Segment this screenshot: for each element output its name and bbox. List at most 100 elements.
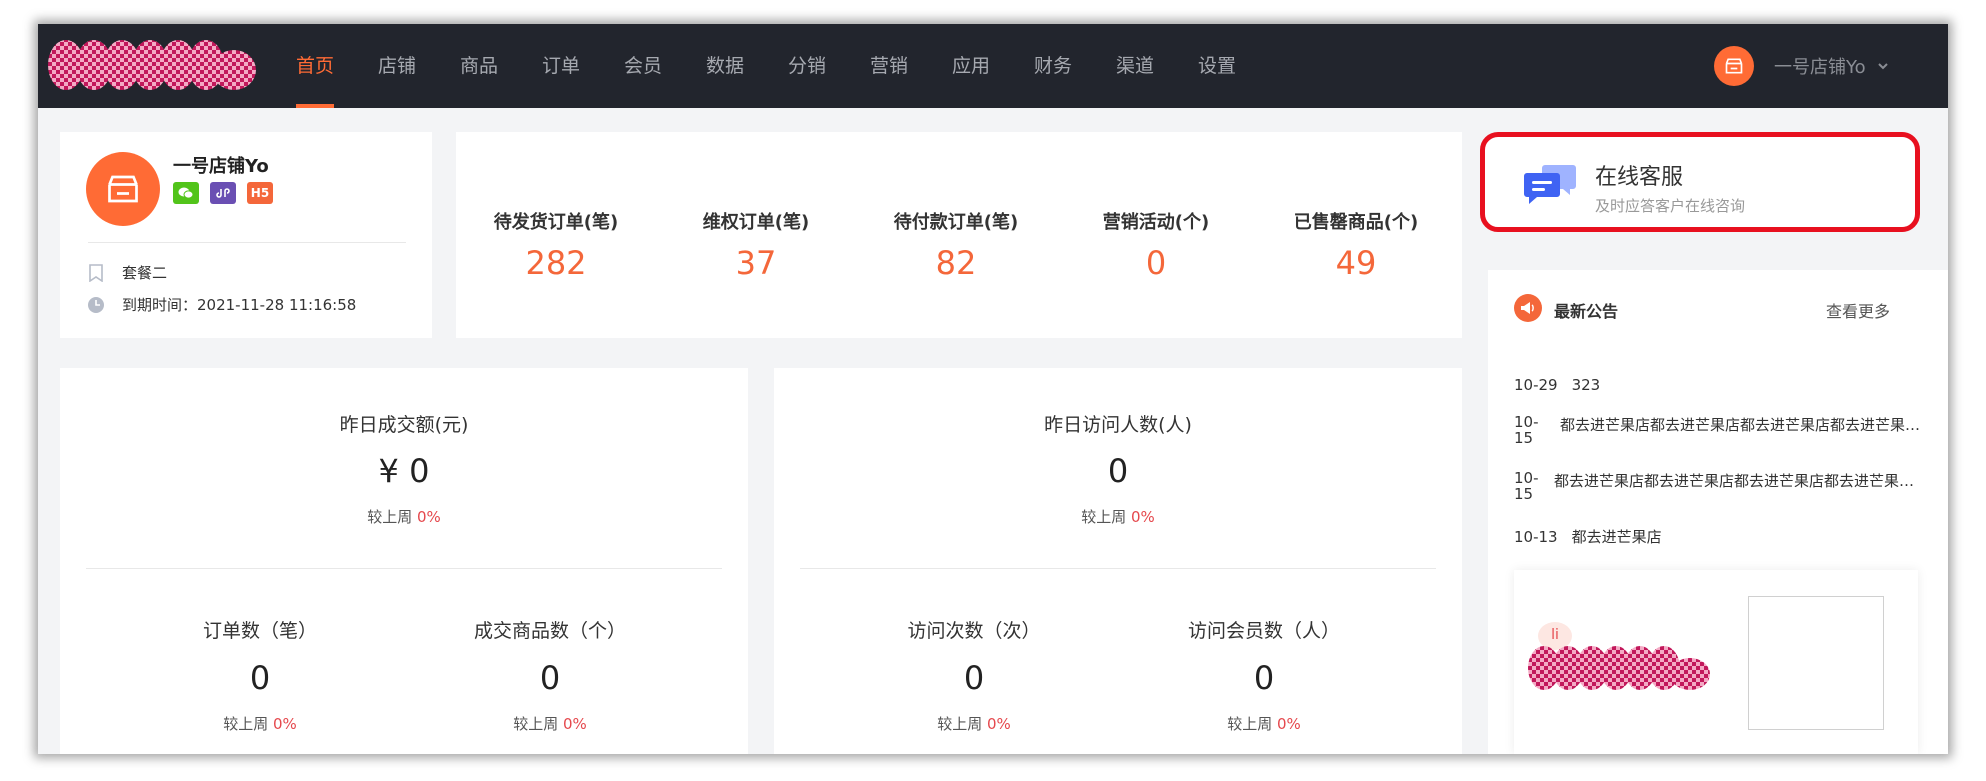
notice-item[interactable]: 10-15 都去进芒果店都去进芒果店都去进芒果店都去进芒果店都去进芒果店 [1514,414,1924,446]
shop-icon [108,175,138,203]
main-nav: 首页 店铺 商品 订单 会员 数据 分销 营销 应用 财务 渠道 设置 [274,24,1258,108]
compare-value: 0% [1131,508,1155,526]
sales-title: 昨日成交额(元) [339,414,469,436]
nav-item-orders[interactable]: 订单 [520,24,602,108]
order-count-metric: 订单数（笔） 0 较上周 0% [130,616,390,734]
nav-item-marketing[interactable]: 营销 [848,24,930,108]
store-avatar [1714,46,1754,86]
sales-metrics-card: 昨日成交额(元) ¥ 0 较上周 0% 订单数（笔） 0 较上周 0% 成交商品… [60,368,748,754]
promo-banner[interactable]: li [1514,570,1918,754]
h5-badge: H5 [247,182,273,204]
nav-item-home[interactable]: 首页 [274,24,356,108]
nav-item-channels[interactable]: 渠道 [1094,24,1176,108]
shop-plan-row: 套餐二 [86,262,167,283]
service-title: 在线客服 [1595,165,1684,190]
sub-metric-title: 访问会员数（人） [1187,620,1340,642]
notice-item[interactable]: 10-13 都去进芒果店 [1514,526,1924,547]
nav-item-store[interactable]: 店铺 [356,24,438,108]
stat-dispute-orders[interactable]: 维权订单(笔) 37 [656,208,856,282]
brand-logo[interactable] [48,38,258,92]
stat-value: 0 [1145,244,1167,282]
mini-program-icon [210,182,236,204]
notice-item[interactable]: 10-15 都去进芒果店都去进芒果店都去进芒果店都去进芒果店都去进芒果店 [1514,470,1924,502]
compare-label: 较上周 [1227,715,1273,733]
notice-text: 323 [1571,376,1601,394]
stat-label: 待发货订单(笔) [493,212,619,233]
stat-value: 82 [935,244,977,282]
sub-metric-value: 0 [1253,659,1275,697]
visiting-members-metric: 访问会员数（人） 0 较上周 0% [1134,616,1394,734]
notice-header: 最新公告 查看更多 [1488,270,1948,350]
shop-plan: 套餐二 [122,264,168,282]
promo-image [1528,646,1710,690]
sub-metric-value: 0 [249,659,271,697]
sub-metric-compare: 较上周 0% [130,713,390,734]
shop-icon [1725,58,1743,74]
sub-metric-compare: 较上周 0% [1134,713,1394,734]
store-switcher[interactable]: 一号店铺Yo [1714,46,1890,86]
wechat-icon [173,182,199,204]
divider [88,242,406,243]
divider [86,568,722,569]
stat-pending-shipment[interactable]: 待发货订单(笔) 282 [456,208,656,282]
service-subtitle: 及时应答客户在线咨询 [1595,197,1746,215]
store-switcher-name: 一号店铺Yo [1774,57,1866,78]
stat-value: 37 [735,244,777,282]
notice-title: 最新公告 [1554,302,1619,321]
stat-marketing-activities[interactable]: 营销活动(个) 0 [1056,208,1256,282]
sub-metric-compare: 较上周 0% [420,713,680,734]
sales-value: ¥ 0 [378,452,430,490]
compare-value: 0% [987,715,1011,733]
nav-item-members[interactable]: 会员 [602,24,684,108]
sub-metric-compare: 较上周 0% [844,713,1104,734]
shop-info-card: 一号店铺Yo H5 套餐二 到期时间：2021-11-28 11:16:58 [60,132,432,338]
compare-label: 较上周 [513,715,559,733]
compare-label: 较上周 [223,715,269,733]
notice-more-link[interactable]: 查看更多 [1826,298,1890,322]
nav-item-data[interactable]: 数据 [684,24,766,108]
notice-item[interactable]: 10-29 323 [1514,376,1924,394]
compare-value: 0% [417,508,441,526]
nav-item-apps[interactable]: 应用 [930,24,1012,108]
nav-item-finance[interactable]: 财务 [1012,24,1094,108]
sold-items-metric: 成交商品数（个） 0 较上周 0% [420,616,680,734]
sub-metric-title: 成交商品数（个） [473,620,626,642]
visits-title: 昨日访问人数(人) [1044,414,1192,436]
sub-metric-value: 0 [539,659,561,697]
stat-pending-payment[interactable]: 待付款订单(笔) 82 [856,208,1056,282]
nav-item-distribution[interactable]: 分销 [766,24,848,108]
nav-item-products[interactable]: 商品 [438,24,520,108]
sub-metric-title: 订单数（笔） [202,620,317,642]
chevron-down-icon [1877,63,1888,70]
clock-icon [86,295,106,315]
notice-text: 都去进芒果店都去进芒果店都去进芒果店都去进芒果店都去进芒果店 [1560,416,1924,434]
bookmark-icon [86,263,106,283]
compare-value: 0% [563,715,587,733]
online-service-card[interactable]: 在线客服 及时应答客户在线咨询 [1480,132,1920,232]
chat-bubbles-icon [1524,165,1576,204]
shop-name: 一号店铺Yo [173,156,269,177]
channel-badges: H5 [173,182,273,204]
sub-metric-title: 访问次数（次） [907,620,1041,642]
compare-label: 较上周 [937,715,983,733]
notice-date: 10-29 [1514,376,1558,394]
stat-value: 282 [525,244,587,282]
compare-label: 较上周 [1081,508,1127,526]
qr-code-placeholder [1748,596,1884,730]
megaphone-icon [1514,294,1542,322]
app-window: 首页 店铺 商品 订单 会员 数据 分销 营销 应用 财务 渠道 设置 一号店铺… [38,24,1948,754]
notice-date: 10-13 [1514,527,1558,546]
notice-card: 最新公告 查看更多 10-29 323 10-15 都去进芒果店都去进芒果店都去… [1488,270,1948,754]
stat-label: 已售罄商品(个) [1293,212,1419,233]
order-stats-card: 待发货订单(笔) 282 维权订单(笔) 37 待付款订单(笔) 82 营销活动… [456,132,1462,338]
sub-metric-value: 0 [963,659,985,697]
compare-label: 较上周 [367,508,413,526]
stat-sold-out[interactable]: 已售罄商品(个) 49 [1256,208,1456,282]
divider [800,568,1436,569]
shop-avatar [86,152,160,226]
sales-compare: 较上周 0% [60,506,748,527]
visits-value: 0 [1107,452,1129,490]
shop-expire-row: 到期时间：2021-11-28 11:16:58 [86,294,356,315]
nav-item-settings[interactable]: 设置 [1176,24,1258,108]
compare-value: 0% [273,715,297,733]
